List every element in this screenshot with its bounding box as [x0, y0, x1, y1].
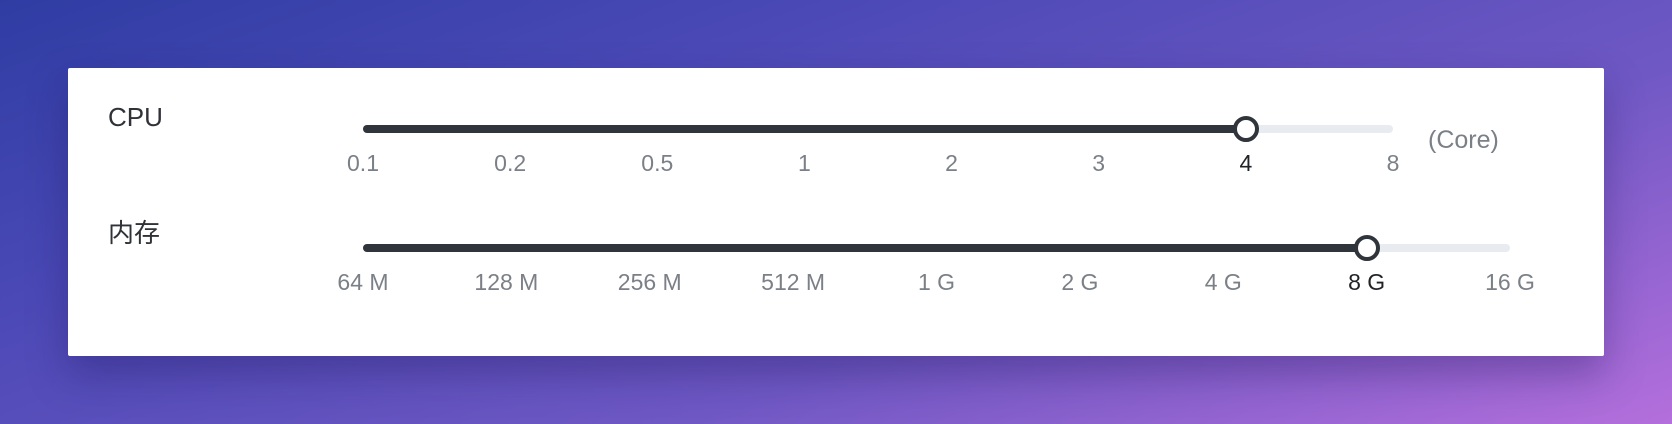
memory-mark[interactable]: 16 G — [1485, 269, 1535, 296]
cpu-mark[interactable]: 0.2 — [494, 150, 526, 177]
memory-mark[interactable]: 4 G — [1205, 269, 1242, 296]
memory-mark[interactable]: 8 G — [1348, 269, 1385, 296]
cpu-slider[interactable]: 0.1 0.2 0.5 1 2 3 4 8 — [347, 110, 1399, 176]
memory-slider-marks: 64 M 128 M 256 M 512 M 1 G 2 G 4 G 8 G 1… — [337, 269, 1535, 299]
memory-mark[interactable]: 128 M — [474, 269, 538, 296]
cpu-unit-label: (Core) — [1428, 126, 1499, 154]
memory-mark[interactable]: 512 M — [761, 269, 825, 296]
cpu-slider-track[interactable] — [363, 125, 1246, 133]
cpu-mark[interactable]: 0.5 — [641, 150, 673, 177]
memory-mark[interactable]: 256 M — [618, 269, 682, 296]
memory-slider-track[interactable] — [363, 244, 1367, 252]
cpu-mark[interactable]: 3 — [1092, 150, 1105, 177]
resource-config-card: CPU 0.1 0.2 0.5 1 2 3 4 8 (Core) 内存 64 M… — [68, 68, 1604, 356]
memory-mark[interactable]: 2 G — [1061, 269, 1098, 296]
memory-slider[interactable]: 64 M 128 M 256 M 512 M 1 G 2 G 4 G 8 G 1… — [337, 229, 1535, 295]
memory-mark[interactable]: 64 M — [337, 269, 388, 296]
memory-label: 内存 — [108, 218, 161, 248]
cpu-slider-handle[interactable] — [1232, 116, 1259, 142]
memory-slider-handle[interactable] — [1353, 235, 1380, 261]
cpu-label: CPU — [108, 102, 163, 132]
cpu-slider-marks: 0.1 0.2 0.5 1 2 3 4 8 — [347, 150, 1399, 180]
cpu-mark[interactable]: 4 — [1239, 150, 1252, 177]
memory-mark[interactable]: 1 G — [918, 269, 955, 296]
cpu-mark[interactable]: 8 — [1387, 150, 1400, 177]
cpu-mark[interactable]: 0.1 — [347, 150, 379, 177]
cpu-mark[interactable]: 2 — [945, 150, 958, 177]
cpu-mark[interactable]: 1 — [798, 150, 811, 177]
